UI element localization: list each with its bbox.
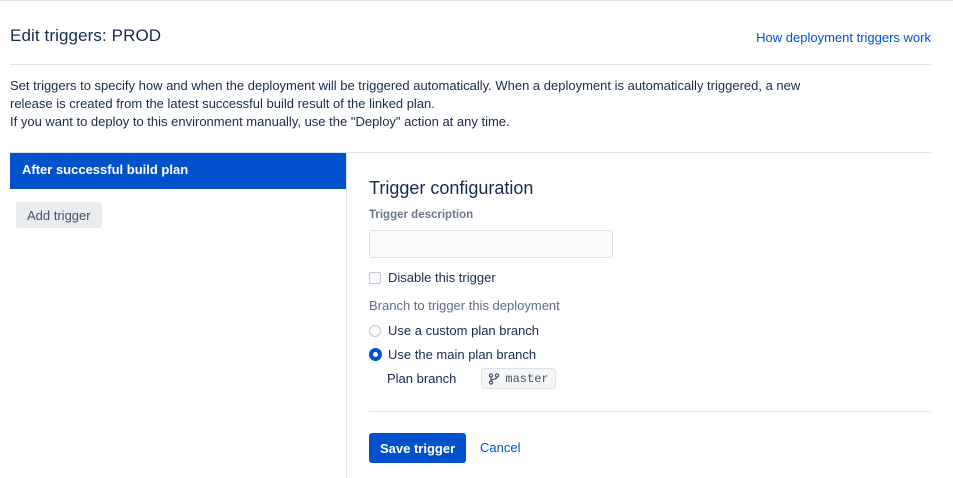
branch-icon — [489, 372, 500, 385]
page-header: Edit triggers: PROD How deployment trigg… — [10, 1, 931, 65]
intro-line: Set triggers to specify how and when the… — [10, 78, 801, 93]
main-branch-label: Use the main plan branch — [388, 347, 537, 362]
custom-branch-option[interactable]: Use a custom plan branch — [369, 323, 539, 338]
plan-branch-row: Plan branch master — [387, 368, 556, 389]
disable-trigger-label: Disable this trigger — [388, 270, 496, 285]
main-branch-radio[interactable] — [369, 348, 382, 361]
plan-branch-lozenge: master — [481, 368, 556, 389]
custom-branch-radio[interactable] — [369, 324, 381, 337]
intro-line: release is created from the latest succe… — [10, 96, 435, 111]
main-branch-option[interactable]: Use the main plan branch — [369, 347, 536, 362]
plan-branch-label: Plan branch — [387, 371, 457, 386]
trigger-description-label: Trigger description — [369, 209, 474, 221]
cancel-link[interactable]: Cancel — [480, 440, 520, 455]
custom-branch-label: Use a custom plan branch — [388, 323, 540, 338]
intro-text: Set triggers to specify how and when the… — [10, 77, 931, 131]
edit-triggers-page: Edit triggers: PROD How deployment trigg… — [0, 0, 953, 478]
add-trigger-button[interactable]: Add trigger — [16, 202, 102, 228]
disable-trigger-checkbox[interactable] — [369, 271, 381, 284]
trigger-description-input[interactable] — [369, 230, 613, 258]
disable-trigger-row[interactable]: Disable this trigger — [369, 270, 496, 285]
branch-section-label: Branch to trigger this deployment — [369, 298, 560, 313]
divider — [369, 411, 931, 412]
trigger-sidebar: After successful build plan Add trigger — [10, 153, 347, 478]
page-title: Edit triggers: PROD — [10, 26, 162, 45]
trigger-configuration-panel: Trigger configuration Trigger descriptio… — [369, 153, 931, 478]
sidebar-item-after-successful-build-plan[interactable]: After successful build plan — [10, 153, 346, 189]
save-trigger-button[interactable]: Save trigger — [369, 433, 467, 463]
plan-branch-value: master — [505, 371, 549, 386]
help-link[interactable]: How deployment triggers work — [756, 30, 931, 45]
intro-line: If you want to deploy to this environmen… — [10, 114, 510, 129]
section-heading: Trigger configuration — [369, 178, 534, 198]
